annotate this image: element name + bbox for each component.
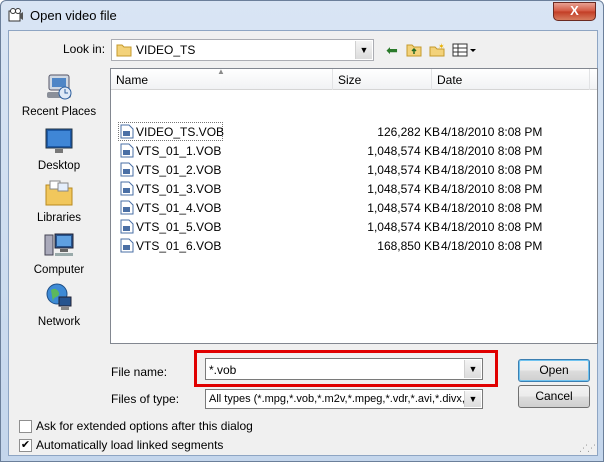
file-size: 1,048,574 KB [367, 144, 440, 158]
file-date: 4/18/2010 8:08 PM [441, 182, 543, 196]
load-linked-segments-checkbox[interactable]: ✔ [19, 439, 32, 452]
sort-ascending-icon: ▲ [217, 67, 225, 76]
column-divider[interactable] [332, 69, 333, 90]
open-video-dialog: Open video file X Look in: VIDEO_TS ▼ ⬅ … [0, 0, 604, 462]
file-name-value: *.vob [209, 363, 237, 377]
look-in-label: Look in: [63, 42, 106, 56]
places-bar: Recent Places Desktop Libraries Computer… [16, 69, 102, 329]
file-name: VTS_01_5.VOB [136, 220, 222, 234]
file-size: 126,282 KB [377, 125, 440, 139]
video-file-icon [120, 219, 134, 234]
view-menu-icon[interactable] [451, 40, 477, 60]
app-icon [8, 8, 23, 22]
place-label: Desktop [37, 160, 81, 172]
file-size: 1,048,574 KB [367, 182, 440, 196]
file-row[interactable]: VTS_01_2.VOB 1,048,574 KB 4/18/2010 8:08… [111, 160, 597, 179]
cancel-button[interactable]: Cancel [518, 385, 590, 408]
chevron-down-icon[interactable]: ▼ [355, 41, 372, 59]
look-in-value: VIDEO_TS [136, 43, 196, 57]
column-divider[interactable] [431, 69, 432, 90]
file-date: 4/18/2010 8:08 PM [441, 201, 543, 215]
title-bar[interactable]: Open video file X [1, 1, 603, 30]
file-date: 4/18/2010 8:08 PM [441, 239, 543, 253]
file-date: 4/18/2010 8:08 PM [441, 125, 543, 139]
look-in-combo[interactable]: VIDEO_TS ▼ [111, 39, 374, 61]
file-date: 4/18/2010 8:08 PM [441, 144, 543, 158]
place-computer[interactable]: Computer [16, 229, 102, 276]
column-size[interactable]: Size [338, 73, 361, 87]
open-button-label: Open [539, 363, 569, 377]
file-size: 1,048,574 KB [367, 220, 440, 234]
column-divider[interactable] [589, 69, 590, 90]
file-size: 1,048,574 KB [367, 201, 440, 215]
file-row[interactable]: VTS_01_4.VOB 1,048,574 KB 4/18/2010 8:08… [111, 198, 597, 217]
file-size: 168,850 KB [377, 239, 440, 253]
video-file-icon [120, 124, 134, 139]
new-folder-icon[interactable]: ✶ [427, 40, 447, 60]
file-name: VIDEO_TS.VOB [136, 125, 225, 139]
place-label: Recent Places [21, 106, 97, 118]
back-arrow-icon[interactable]: ⬅ [382, 40, 402, 60]
file-list-header: ▲ Name Size Date [111, 67, 597, 90]
place-libraries[interactable]: Libraries [16, 177, 102, 224]
dialog-body: Look in: VIDEO_TS ▼ ⬅ ✶ Recent Places De… [8, 30, 598, 456]
place-label: Libraries [36, 212, 82, 224]
column-name[interactable]: Name [116, 73, 148, 87]
file-name: VTS_01_6.VOB [136, 239, 222, 253]
window-title: Open video file [30, 8, 117, 23]
file-row[interactable]: VTS_01_1.VOB 1,048,574 KB 4/18/2010 8:08… [111, 141, 597, 160]
open-button[interactable]: Open [518, 359, 590, 382]
video-file-icon [120, 162, 134, 177]
file-name: VTS_01_2.VOB [136, 163, 222, 177]
file-name: VTS_01_3.VOB [136, 182, 222, 196]
file-name: VTS_01_1.VOB [136, 144, 222, 158]
chevron-down-icon[interactable]: ▼ [464, 391, 481, 407]
file-name-input[interactable]: *.vob ▼ [205, 358, 483, 380]
place-label: Computer [33, 264, 85, 276]
recent-places-icon [47, 74, 72, 100]
resize-grip-icon[interactable]: ⋰⋰ [579, 443, 596, 454]
load-linked-segments-label[interactable]: Automatically load linked segments [36, 438, 223, 452]
place-label: Network [37, 316, 81, 328]
place-network[interactable]: Network [16, 281, 102, 328]
video-file-icon [120, 238, 134, 253]
file-row[interactable]: VTS_01_5.VOB 1,048,574 KB 4/18/2010 8:08… [111, 217, 597, 236]
folder-icon [116, 44, 132, 57]
file-row[interactable]: VTS_01_6.VOB 168,850 KB 4/18/2010 8:08 P… [111, 236, 597, 255]
extended-options-checkbox[interactable] [19, 420, 32, 433]
file-row[interactable]: VIDEO_TS.VOB 126,282 KB 4/18/2010 8:08 P… [111, 122, 597, 141]
file-list[interactable]: ▲ Name Size Date VIDEO_TS.VOB 126,282 KB… [110, 67, 598, 344]
video-file-icon [120, 200, 134, 215]
video-file-icon [120, 143, 134, 158]
file-date: 4/18/2010 8:08 PM [441, 163, 543, 177]
file-name-label: File name: [111, 365, 168, 379]
svg-text:✶: ✶ [438, 43, 445, 51]
video-file-icon [120, 181, 134, 196]
checkmark-icon: ✔ [20, 439, 31, 451]
file-size: 1,048,574 KB [367, 163, 440, 177]
cancel-button-label: Cancel [535, 389, 573, 403]
files-of-type-select[interactable]: All types (*.mpg,*.vob,*.m2v,*.mpeg,*.vd… [205, 389, 483, 409]
file-row[interactable]: VTS_01_3.VOB 1,048,574 KB 4/18/2010 8:08… [111, 179, 597, 198]
network-icon [46, 283, 72, 310]
desktop-icon [45, 128, 73, 153]
computer-icon [44, 233, 74, 256]
place-recent-places[interactable]: Recent Places [16, 71, 102, 118]
files-of-type-value: All types (*.mpg,*.vob,*.m2v,*.mpeg,*.vd… [209, 393, 482, 405]
close-icon: X [570, 3, 579, 18]
libraries-icon [45, 180, 73, 206]
chevron-down-icon[interactable]: ▼ [464, 360, 481, 378]
extended-options-label[interactable]: Ask for extended options after this dial… [36, 419, 253, 433]
close-button[interactable]: X [553, 2, 596, 21]
column-date[interactable]: Date [437, 73, 462, 87]
up-folder-icon[interactable] [404, 40, 424, 60]
file-name: VTS_01_4.VOB [136, 201, 222, 215]
place-desktop[interactable]: Desktop [16, 125, 102, 172]
file-date: 4/18/2010 8:08 PM [441, 220, 543, 234]
files-of-type-label: Files of type: [111, 392, 180, 406]
